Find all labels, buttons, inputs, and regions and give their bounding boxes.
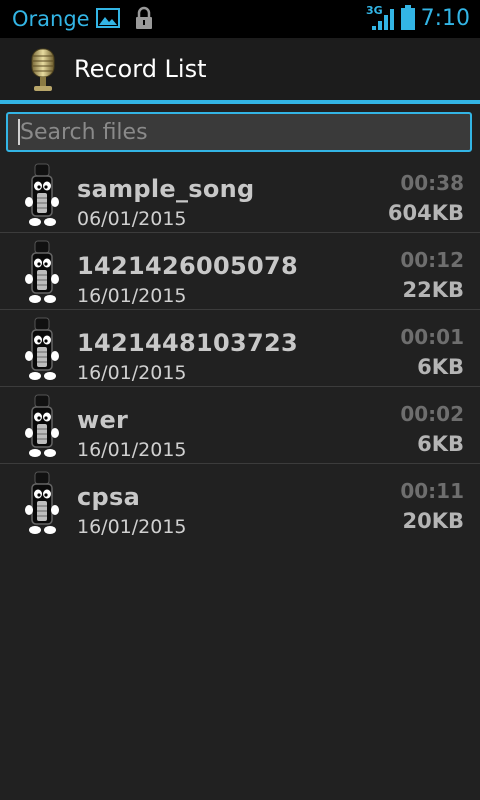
recorder-mic-icon: [25, 317, 59, 380]
recording-name: sample_song: [77, 175, 255, 203]
text-cursor: [18, 119, 20, 145]
recording-size: 6KB: [417, 355, 464, 379]
list-item[interactable]: sample_song 06/01/2015 00:38 604KB: [0, 156, 480, 233]
search-input[interactable]: [8, 114, 470, 150]
recording-name: cpsa: [77, 483, 141, 511]
recording-duration: 00:38: [400, 171, 464, 195]
list-item[interactable]: 1421448103723 16/01/2015 00:01 6KB: [0, 310, 480, 387]
page-title: Record List: [74, 55, 207, 83]
lock-icon: [136, 6, 152, 29]
clock: 7:10: [420, 6, 470, 31]
list-item[interactable]: cpsa 16/01/2015 00:11 20KB: [0, 464, 480, 540]
recording-date: 16/01/2015: [77, 439, 187, 461]
recording-size: 604KB: [387, 201, 464, 225]
carrier-name: Orange: [12, 7, 90, 31]
recorder-mic-icon: [25, 240, 59, 303]
recorder-mic-icon: [25, 163, 59, 226]
action-bar-divider: [0, 100, 480, 104]
image-icon: [96, 8, 120, 28]
recorder-mic-icon: [25, 394, 59, 457]
recording-name: 1421426005078: [77, 252, 298, 280]
recording-duration: 00:01: [400, 325, 464, 349]
recording-size: 22KB: [402, 278, 464, 302]
recording-duration: 00:12: [400, 248, 464, 272]
recording-date: 16/01/2015: [77, 516, 187, 538]
recording-date: 16/01/2015: [77, 285, 187, 307]
recording-list: sample_song 06/01/2015 00:38 604KB 14214…: [0, 156, 480, 540]
recording-name: 1421448103723: [77, 329, 298, 357]
recording-size: 20KB: [402, 509, 464, 533]
action-bar: Record List: [0, 38, 480, 100]
status-bar: Orange 3G 7:10: [0, 0, 480, 38]
microphone-icon[interactable]: [26, 48, 60, 92]
recording-size: 6KB: [417, 432, 464, 456]
recorder-mic-icon: [25, 471, 59, 534]
recording-duration: 00:02: [400, 402, 464, 426]
recording-duration: 00:11: [400, 479, 464, 503]
signal-icon: [372, 9, 394, 30]
recording-name: wer: [77, 406, 129, 434]
search-box[interactable]: [6, 112, 472, 152]
battery-icon: [401, 5, 415, 30]
list-item[interactable]: wer 16/01/2015 00:02 6KB: [0, 387, 480, 464]
list-item[interactable]: 1421426005078 16/01/2015 00:12 22KB: [0, 233, 480, 310]
recording-date: 06/01/2015: [77, 208, 187, 230]
recording-date: 16/01/2015: [77, 362, 187, 384]
